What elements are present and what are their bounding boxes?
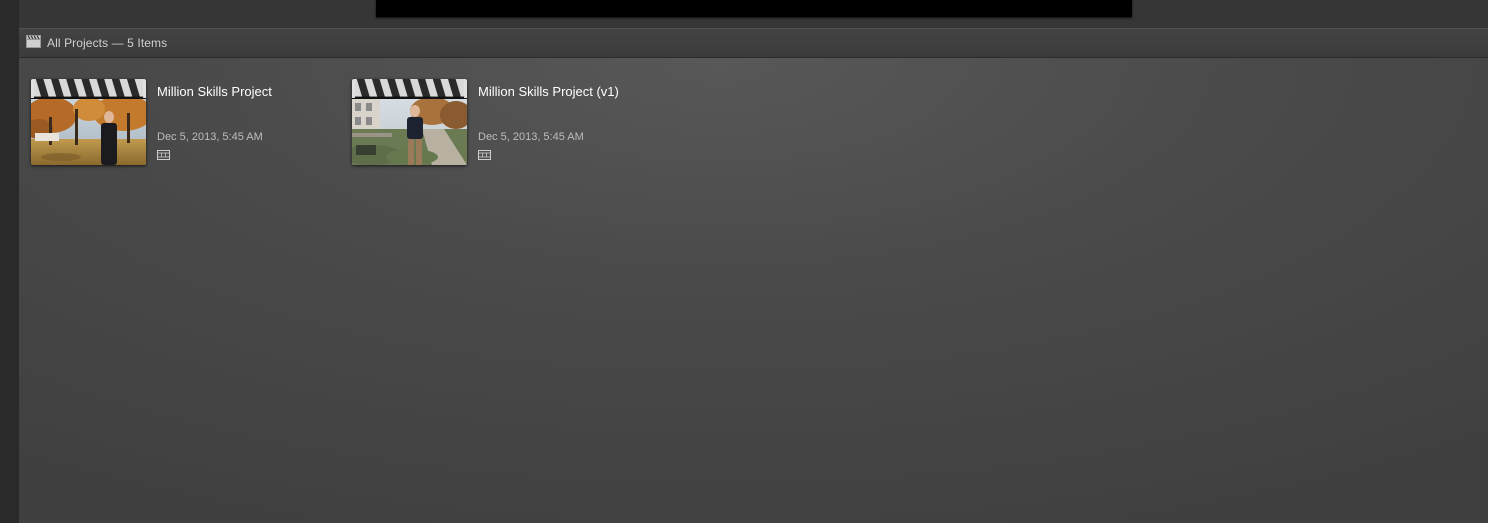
project-name[interactable]: Million Skills Project (v1) [478, 84, 619, 99]
clapperboard-icon [26, 35, 41, 48]
project-thumbnail[interactable] [352, 79, 467, 165]
browser-header: All Projects — 5 Items [19, 28, 1488, 58]
project-date: Dec 5, 2013, 5:45 AM [157, 131, 263, 143]
autumn-trees-person-photo [31, 99, 146, 165]
project-item[interactable]: Million Skills Project Dec 5, 2013, 5:45… [19, 79, 329, 169]
project-name[interactable]: Million Skills Project [157, 84, 272, 99]
sidebar-edge [0, 0, 20, 523]
clapperboard-stripe-icon [31, 79, 146, 99]
project-browser: Million Skills Project Dec 5, 2013, 5:45… [19, 58, 1488, 523]
film-strip-icon [478, 150, 491, 160]
film-strip-icon [157, 150, 170, 160]
campus-path-person-photo [352, 99, 467, 165]
project-date: Dec 5, 2013, 5:45 AM [478, 131, 584, 143]
project-item[interactable]: Million Skills Project (v1) Dec 5, 2013,… [340, 79, 650, 169]
project-thumbnail[interactable] [31, 79, 146, 165]
video-viewer[interactable] [376, 0, 1132, 17]
project-count-title: All Projects — 5 Items [47, 36, 168, 50]
clapperboard-stripe-icon [352, 79, 467, 99]
app-window: All Projects — 5 Items Million Skills Pr… [0, 0, 1488, 523]
